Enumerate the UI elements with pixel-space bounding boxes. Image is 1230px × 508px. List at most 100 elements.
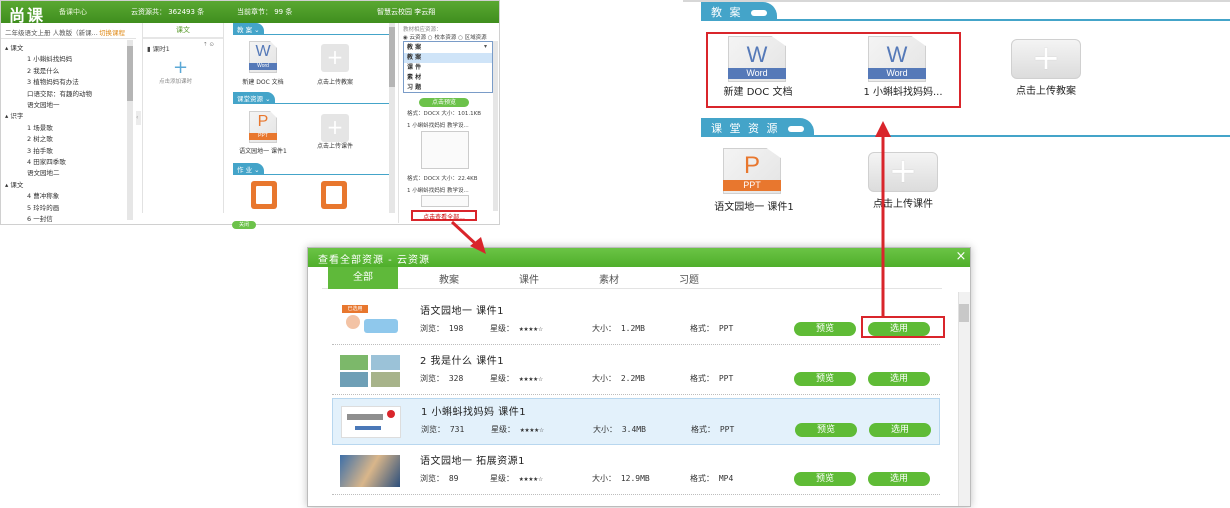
user-name[interactable]: 智慧云校园 李云翔 [377,7,435,17]
preview-button[interactable]: 预览 [794,322,856,336]
tree-scroll-thumb[interactable] [127,46,133,101]
tree-lesson-item[interactable]: 口语交际：有趣的动物 [27,88,92,98]
add-lesson-plus-icon[interactable]: + [173,57,188,78]
lesson-item[interactable]: ▮ 课时1 [147,43,170,53]
section-tab-zuoye[interactable]: 作 业 ⌄ [233,163,264,174]
tab-xiti[interactable]: 习题 [654,271,724,286]
use-button[interactable]: 选用 [869,423,931,437]
resource-title[interactable]: 语文园地一 拓展资源1 [420,452,525,467]
tree-lesson-item[interactable]: 6 一封信 [27,213,53,223]
word-file-icon[interactable]: W Word [249,41,277,73]
tree-lesson-item[interactable]: 5 玲玲的画 [27,202,59,212]
dialog-title: 查看全部资源 - 云资源 [308,248,970,267]
dropdown-selected[interactable]: 教 案 [404,43,492,53]
collapse-handle-icon[interactable]: ‹ [136,111,141,125]
resource-title[interactable]: 1 小蝌蚪找妈妈 课件1 [421,403,526,418]
side-preview-button[interactable]: 点击预览 [419,98,469,107]
tree-unit-header[interactable]: ▴ 课文 [5,42,23,52]
resource-title[interactable]: 2 我是什么 课件1 [420,352,504,367]
close-icon[interactable]: × [953,249,969,265]
zoom-tab-ketang[interactable]: 课 堂 资 源 [701,118,814,135]
resource-thumbnail[interactable] [341,406,401,438]
resource-size: 大小： 3.4MB [593,425,646,434]
resource-row[interactable]: 1 小蝌蚪找妈妈 课件1 浏览： 731 星级： ★★★★☆ 大小： 3.4MB 格式：… [332,398,940,445]
word-file-icon[interactable]: W Word [868,36,926,82]
resource-source-radios[interactable]: ◉ 云资源 ○ 校本资源 ○ 区域资源 [403,33,487,41]
tree-lesson-item[interactable]: 2 树之歌 [27,133,53,143]
dialog-scrollbar[interactable] [958,292,970,506]
doc1-caption: 新建 DOC 文档 [723,87,793,98]
resource-thumbnail[interactable]: 已选用 [340,305,400,337]
tree-lesson-item[interactable]: 1 小蝌蚪找妈妈 [27,53,72,63]
tree-lesson-item[interactable]: 3 拍手歌 [27,145,53,155]
upload-kejian-caption[interactable]: 点击上传课件 [307,141,363,150]
collapse-pill-icon[interactable] [750,10,767,16]
upload-kejian-plus-icon[interactable]: + [321,114,349,142]
resource-type-dropdown[interactable]: 教 案 ▾ 教 案 课 件 素 材 习 题 [403,41,493,93]
tab-kejian[interactable]: 课件 [494,271,564,286]
side-item-1[interactable]: 1 小蝌蚪找妈妈 教学设... [407,121,469,129]
use-button[interactable]: 选用 [868,372,930,386]
preview-button[interactable]: 预览 [794,372,856,386]
upload-kejian-plus-icon[interactable]: + [868,152,938,192]
ppt-file-icon[interactable]: P PPT [249,111,277,143]
resource-size: 大小： 12.9MB [592,474,650,483]
app-topbar: 尚课 备课中心 云资源共： 362493 条 当前章节： 99 条 智慧云校园 … [1,1,499,25]
resource-row[interactable]: 语文园地一 拓展资源1 浏览： 89 星级： ★★★★☆ 大小： 12.9MB 格式： … [332,448,940,495]
resource-title[interactable]: 语文园地一 课件1 [420,302,504,317]
resource-row[interactable]: 2 我是什么 课件1 浏览： 328 星级： ★★★★☆ 大小： 2.2MB 格式： P… [332,348,940,395]
content-scroll-thumb[interactable] [389,27,395,87]
word-file-icon[interactable]: W Word [728,36,786,82]
view-all-link[interactable]: 点击查看全部... [411,210,477,221]
homework-edit-icon[interactable] [251,181,277,209]
preview-button[interactable]: 预览 [794,472,856,486]
chevron-down-icon[interactable]: ▾ [484,43,487,50]
section-tab-ketang[interactable]: 课堂资源 ⌄ [233,92,275,103]
upload-jiaoan-plus-icon[interactable]: + [1011,39,1081,79]
dialog-scroll-thumb[interactable] [959,304,969,322]
dropdown-option-jiaoan[interactable]: 教 案 [404,53,492,63]
preview-button[interactable]: 预览 [795,423,857,437]
side-meta-1: 格式：DOCX 大小：101.1KB [407,111,482,117]
upload-jiaoan-caption[interactable]: 点击上传教案 [307,77,363,86]
upload-jiaoan-caption[interactable]: 点击上传教案 [1001,82,1091,97]
side-doc-thumbnail[interactable] [421,131,469,169]
tree-lesson-item[interactable]: 语文园地二 [27,167,60,177]
add-lesson-text[interactable]: 点击添加课时 [159,77,192,85]
tab-all[interactable]: 全部 [328,267,398,289]
dropdown-option-xiti[interactable]: 习 题 [404,83,492,93]
resource-thumbnail[interactable] [340,455,400,487]
resource-row[interactable]: 已选用 语文园地一 课件1 浏览： 198 星级： ★★★★☆ 大小： 1.2MB 格式：… [332,298,940,345]
homework-add-icon[interactable] [321,181,347,209]
upload-kejian-caption[interactable]: 点击上传课件 [853,195,953,210]
tree-lesson-item[interactable]: 3 植物妈妈有办法 [27,76,79,86]
resource-size: 大小： 2.2MB [592,374,645,383]
collapse-pill-icon[interactable] [787,126,804,132]
tree-lesson-item[interactable]: 4 田家四季歌 [27,156,66,166]
side-item-2[interactable]: 1 小蝌蚪找妈妈 教学设... [407,186,469,194]
dropdown-option-kejian[interactable]: 课 件 [404,63,492,73]
tree-lesson-item[interactable]: 4 曹冲称象 [27,190,59,200]
tree-unit-header[interactable]: ▴ 识字 [5,110,23,120]
tab-jiaoan[interactable]: 教案 [414,271,484,286]
tree-unit-header[interactable]: ▴ 课文 [5,179,23,189]
section-tab-jiaoan[interactable]: 教 案 ⌄ [233,23,264,34]
lesson-column-header: 课文 [143,25,223,39]
tab-sucai[interactable]: 素材 [574,271,644,286]
side-doc-thumbnail[interactable] [421,195,469,207]
ppt-file-icon[interactable]: P PPT [723,148,781,194]
resource-thumbnail[interactable] [340,355,400,387]
switch-course-link[interactable]: 切换课程 [99,27,125,37]
used-badge: 已选用 [342,305,368,313]
dropdown-option-sucai[interactable]: 素 材 [404,73,492,83]
tree-lesson-item[interactable]: 1 场景歌 [27,122,53,132]
tree-lesson-item[interactable]: 语文园地一 [27,99,60,109]
close-button[interactable]: 关闭 [232,221,256,229]
zoom-tab-jiaoan[interactable]: 教 案 [701,2,777,19]
upload-jiaoan-plus-icon[interactable]: + [321,44,349,72]
tree-lesson-item[interactable]: 2 我是什么 [27,65,59,75]
use-button[interactable]: 选用 [868,472,930,486]
highlight-box-use [861,316,945,338]
lesson-edit-icons[interactable]: ⇡ ⊙ [203,42,214,48]
side-scrollbar[interactable] [493,41,498,211]
